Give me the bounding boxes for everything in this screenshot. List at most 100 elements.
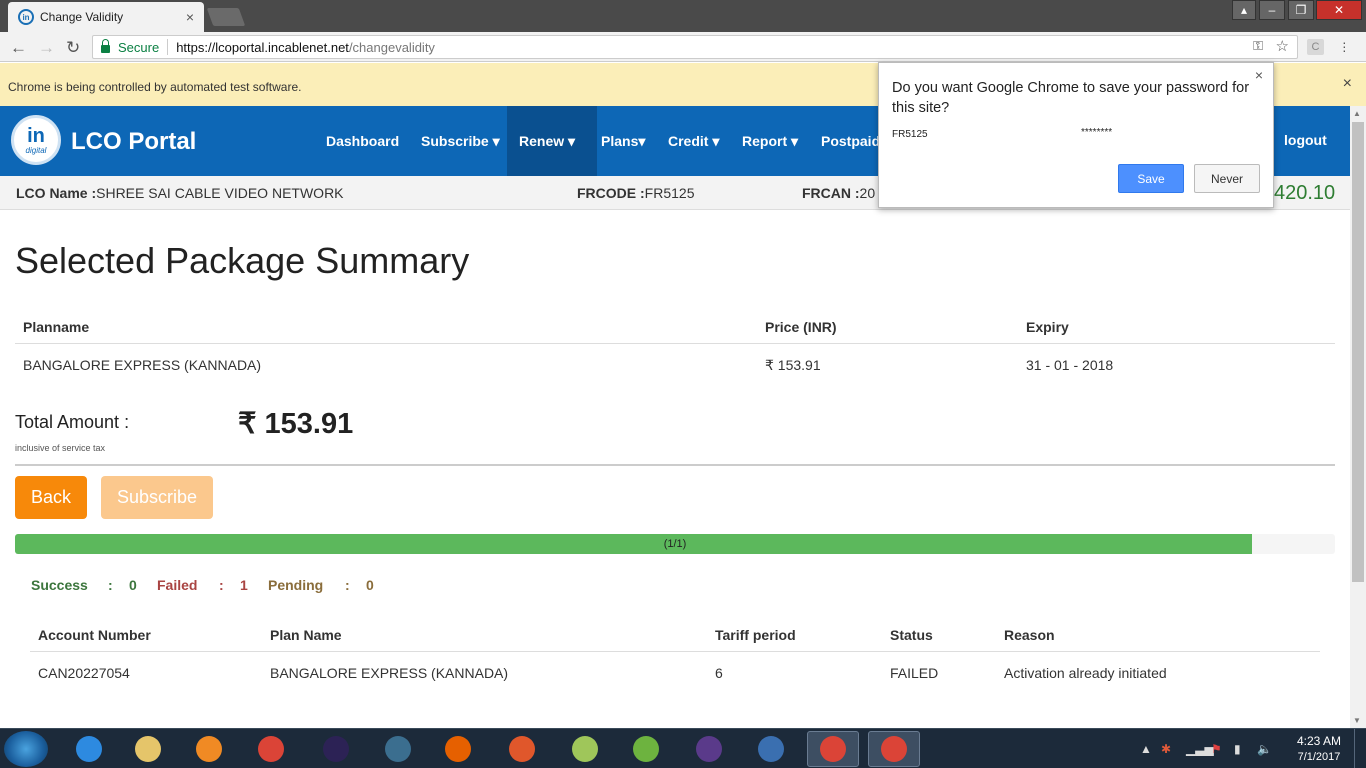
window-user-icon[interactable]: ▴ [1232,0,1256,20]
secure-label: Secure [118,39,160,55]
power-icon[interactable]: ▮ [1234,742,1241,756]
taskbar-app-button[interactable] [372,731,424,767]
chrome-icon [820,736,846,762]
infobar-text: Chrome is being controlled by automated … [8,80,302,94]
taskbar-app-button[interactable] [183,731,235,767]
page-title: Selected Package Summary [15,240,470,281]
start-button[interactable] [4,731,48,767]
package-summary-table: Planname Price (INR) Expiry BANGALORE EX… [15,306,1335,382]
clock-date[interactable]: 7/1/2017 [1292,751,1346,763]
column-header: Reason [1004,627,1055,643]
frcan: FRCAN :20 [802,185,876,201]
nav-credit[interactable]: Credit ▾ [656,106,731,176]
back-arrow-icon[interactable]: ← [10,38,27,58]
expiry-cell: 31 - 01 - 2018 [1026,357,1114,373]
clock-time[interactable]: 4:23 AM [1292,734,1346,748]
bubble-close-icon[interactable]: × [1255,67,1263,83]
chrome-icon [881,736,907,762]
tab-close-icon[interactable]: × [186,9,194,25]
save-password-bubble: Do you want Google Chrome to save your p… [878,62,1274,208]
chrome-icon [258,736,284,762]
address-bar[interactable]: Secure https://lcoportal.incablenet.net … [92,35,1298,59]
taskbar-app-button[interactable] [868,731,920,767]
taskbar-app-button[interactable] [245,731,297,767]
show-desktop-button[interactable] [1354,729,1366,768]
failed-label: Failed [157,577,198,593]
frcode: FRCODE :FR5125 [577,185,695,201]
url-host: https://lcoportal.incablenet.net [176,39,349,55]
taskbar-app-button[interactable] [63,731,115,767]
account-number-cell: CAN20227054 [38,665,130,681]
taskbar-app-button[interactable] [620,731,672,767]
progress-bar: (1/1) [15,534,1335,554]
taskbar-app-button[interactable] [807,731,859,767]
column-header: Status [890,627,933,643]
network-error-icon[interactable]: ⚑ [1211,742,1222,756]
nav-subscribe[interactable]: Subscribe ▾ [409,106,512,176]
never-save-button[interactable]: Never [1194,164,1260,193]
back-button[interactable]: Back [15,476,87,519]
brand-name[interactable]: LCO Portal [71,128,196,156]
window-restore-button[interactable]: ❐ [1288,0,1314,20]
plan-name-cell: BANGALORE EXPRESS (KANNADA) [270,665,509,681]
balance-value: 420.10 [1274,182,1336,204]
signal-icon[interactable]: ▁▃▅ [1186,742,1214,756]
save-password-button[interactable]: Save [1118,164,1184,193]
lco-name: LCO Name :SHREE SAI CABLE VIDEO NETWORK [16,185,344,201]
save-password-question: Do you want Google Chrome to save your p… [892,80,1250,116]
failed-separator: : [219,577,224,593]
key-icon[interactable]: ⚿ [1253,38,1263,54]
window-close-button[interactable]: ✕ [1316,0,1362,20]
brand-logo[interactable]: in digital [11,115,61,165]
tray-app-icon[interactable]: ✱ [1161,742,1171,756]
nav-dashboard[interactable]: Dashboard [314,106,411,176]
scroll-thumb[interactable] [1352,122,1364,582]
nav-renew[interactable]: Renew ▾ [507,106,597,176]
table-header-row: Planname Price (INR) Expiry [15,306,1335,344]
omnibox-divider [167,39,169,55]
page-scrollbar[interactable]: ▲ ▼ [1350,106,1366,728]
scroll-down-arrow-icon[interactable]: ▼ [1353,716,1361,725]
tray-expand-icon[interactable]: ▲ [1140,742,1152,756]
column-header: Expiry [1026,319,1069,335]
firefox-icon [445,736,471,762]
new-tab-button[interactable] [206,8,246,26]
taskbar-app-button[interactable] [496,731,548,767]
browser-tab[interactable]: in Change Validity × [8,2,204,32]
taskbar-app-button[interactable] [559,731,611,767]
progress-text: (1/1) [663,538,687,550]
window-minimize-button[interactable]: – [1259,0,1285,20]
infobar-close-icon[interactable]: × [1343,75,1352,93]
pending-label: Pending [268,577,324,593]
column-header: Price (INR) [765,319,837,335]
saved-password: ******** [1081,127,1113,138]
taskbar-app-button[interactable] [432,731,484,767]
eclipse-icon [323,736,349,762]
taskbar-app-button[interactable] [122,731,174,767]
nav-report[interactable]: Report ▾ [730,106,810,176]
taskbar-app-button[interactable] [310,731,362,767]
media-player-icon [196,736,222,762]
volume-icon[interactable]: 🔈 [1257,742,1272,756]
status-cell: FAILED [890,665,939,681]
logout-link[interactable]: logout [1284,132,1327,148]
taskbar-app-button[interactable] [745,731,797,767]
reason-cell: Activation already initiated [1004,665,1167,681]
nav-plans[interactable]: Plans▾ [589,106,657,176]
settings-globe-icon [758,736,784,762]
subscribe-button[interactable]: Subscribe [101,476,213,519]
divider [15,464,1335,466]
bookmark-star-icon[interactable]: ☆ [1276,37,1289,55]
taskbar-app-button[interactable] [683,731,735,767]
failed-count: 1 [240,577,248,593]
success-count: 0 [129,577,137,593]
total-amount-note: inclusive of service tax [15,443,106,453]
forward-arrow-icon[interactable]: → [38,38,55,58]
plan-name-cell: BANGALORE EXPRESS (KANNADA) [23,357,262,373]
scroll-up-arrow-icon[interactable]: ▲ [1353,109,1361,118]
extension-icon[interactable]: C [1307,39,1324,55]
reload-icon[interactable]: ↻ [66,38,80,58]
result-table: Account Number Plan Name Tariff period S… [30,614,1320,690]
tab-title: Change Validity [40,10,124,24]
chrome-menu-icon[interactable]: · · · [1342,35,1347,57]
